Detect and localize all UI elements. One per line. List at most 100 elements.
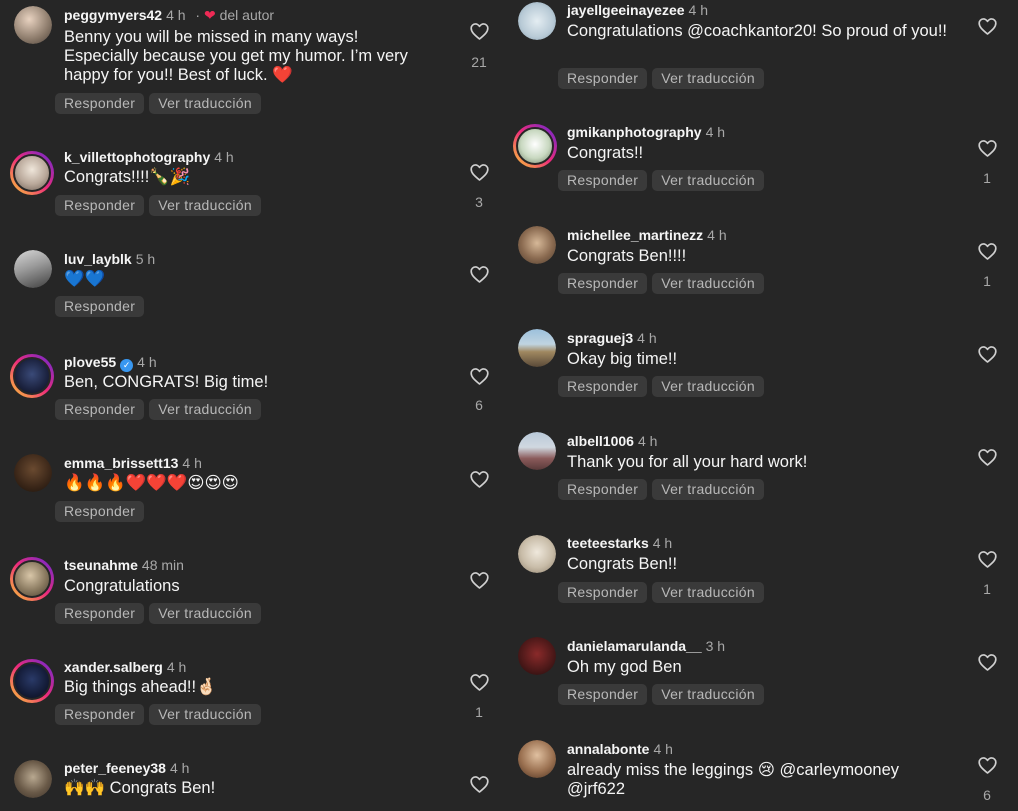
comment-username[interactable]: tseunahme	[64, 557, 138, 573]
avatar[interactable]	[513, 124, 557, 168]
avatar[interactable]	[14, 6, 52, 44]
avatar[interactable]	[14, 454, 52, 492]
reply-button[interactable]: Responder	[558, 376, 648, 397]
heart-icon[interactable]	[469, 469, 490, 490]
comment-time: 5 h	[135, 251, 156, 267]
comment-time: 4 h	[705, 124, 726, 140]
reply-button[interactable]: Responder	[55, 195, 145, 216]
avatar[interactable]	[10, 659, 54, 703]
like-control: 1	[976, 549, 998, 597]
comment-text: 🙌🙌 Congrats Ben!	[64, 779, 216, 797]
comment-username[interactable]: jayellgeeinayezee	[567, 2, 685, 18]
translate-button[interactable]: Ver traducción	[149, 603, 261, 624]
avatar[interactable]	[518, 535, 556, 573]
heart-icon[interactable]	[977, 138, 998, 159]
reply-button[interactable]: Responder	[55, 93, 145, 114]
comment-username[interactable]: michellee_martinezz	[567, 227, 703, 243]
avatar[interactable]	[518, 2, 556, 40]
reply-button[interactable]: Responder	[55, 704, 145, 725]
comment-username[interactable]: peggymyers42	[64, 7, 162, 23]
comment-time: 4 h	[652, 535, 673, 551]
translate-button[interactable]: Ver traducción	[652, 68, 764, 89]
reply-button[interactable]: Responder	[55, 603, 145, 624]
reply-button[interactable]: Responder	[558, 582, 648, 603]
translate-button[interactable]: Ver traducción	[149, 93, 261, 114]
translate-button[interactable]: Ver traducción	[652, 582, 764, 603]
like-control	[468, 264, 490, 285]
heart-icon[interactable]	[977, 241, 998, 262]
like-count: 6	[983, 787, 991, 803]
comment-username[interactable]: k_villettophotography	[64, 149, 210, 165]
comment-username[interactable]: teeteestarks	[567, 535, 649, 551]
reply-button[interactable]: Responder	[55, 501, 145, 522]
comment-username[interactable]: danielamarulanda__	[567, 638, 702, 654]
heart-icon[interactable]	[469, 774, 490, 795]
reply-button[interactable]: Responder	[558, 68, 648, 89]
translate-button[interactable]: Ver traducción	[652, 376, 764, 397]
reply-button[interactable]: Responder	[558, 684, 648, 705]
comment-username[interactable]: peter_feeney38	[64, 760, 166, 776]
comment-time: 48 min	[141, 557, 184, 573]
translate-button[interactable]: Ver traducción	[652, 479, 764, 500]
comment-time: 4 h	[137, 354, 157, 370]
heart-icon[interactable]	[469, 672, 490, 693]
translate-button[interactable]: Ver traducción	[652, 170, 764, 191]
avatar[interactable]	[518, 226, 556, 264]
like-control: 6	[468, 366, 490, 413]
comment-time: 4 h	[169, 760, 190, 776]
heart-icon[interactable]	[469, 162, 490, 183]
heart-icon[interactable]	[977, 652, 998, 673]
comment-text: already miss the leggings 😢 @carleymoone…	[567, 761, 900, 798]
comment-text: Oh my god Ben	[567, 658, 682, 676]
comment-username[interactable]: luv_layblk	[64, 251, 132, 267]
verified-badge-icon: ✓	[120, 359, 134, 372]
like-count: 6	[475, 397, 483, 413]
like-count: 1	[983, 273, 991, 289]
heart-icon[interactable]	[977, 344, 998, 365]
avatar[interactable]	[10, 151, 54, 195]
avatar[interactable]	[518, 740, 556, 778]
reply-button[interactable]: Responder	[558, 479, 648, 500]
like-control	[976, 447, 998, 468]
avatar[interactable]	[10, 354, 54, 398]
comment-username[interactable]: xander.salberg	[64, 659, 163, 675]
comment-username[interactable]: annalabonte	[567, 741, 649, 757]
comment-text: Big things ahead!!🤞🏻	[64, 678, 217, 696]
like-control	[976, 652, 998, 673]
comment-username[interactable]: emma_brissett13	[64, 455, 178, 471]
reply-button[interactable]: Responder	[558, 170, 648, 191]
like-count: 1	[475, 704, 483, 720]
translate-button[interactable]: Ver traducción	[149, 399, 261, 420]
comment-text: Congrats!!!!🍾🎉	[64, 168, 191, 186]
heart-icon[interactable]	[977, 755, 998, 776]
translate-button[interactable]: Ver traducción	[652, 273, 764, 294]
avatar[interactable]	[14, 760, 52, 798]
heart-icon[interactable]	[469, 264, 490, 285]
heart-icon[interactable]	[977, 16, 998, 37]
comment-username[interactable]: spraguej3	[567, 330, 633, 346]
avatar[interactable]	[518, 432, 556, 470]
like-control: 21	[468, 21, 490, 70]
comment-time: 4 h	[182, 455, 202, 471]
avatar[interactable]	[518, 637, 556, 675]
reply-button[interactable]: Responder	[558, 273, 648, 294]
avatar[interactable]	[14, 250, 52, 288]
comment-username[interactable]: plove55	[64, 354, 116, 370]
reply-button[interactable]: Responder	[55, 296, 145, 317]
comment-username[interactable]: gmikanphotography	[567, 124, 702, 140]
heart-icon[interactable]	[977, 447, 998, 468]
heart-icon[interactable]	[469, 21, 490, 42]
avatar[interactable]	[10, 557, 54, 601]
translate-button[interactable]: Ver traducción	[149, 195, 261, 216]
comment-time: 3 h	[705, 638, 726, 654]
translate-button[interactable]: Ver traducción	[149, 704, 261, 725]
comment-text: 🔥🔥🔥❤️❤️❤️😍😍😍	[64, 474, 239, 492]
heart-icon[interactable]	[977, 549, 998, 570]
comment-username[interactable]: albell1006	[567, 433, 634, 449]
avatar[interactable]	[518, 329, 556, 367]
heart-icon[interactable]	[469, 570, 490, 591]
reply-button[interactable]: Responder	[55, 399, 145, 420]
translate-button[interactable]: Ver traducción	[652, 684, 764, 705]
comment-time: 4 h	[707, 227, 727, 243]
heart-icon[interactable]	[469, 366, 490, 387]
